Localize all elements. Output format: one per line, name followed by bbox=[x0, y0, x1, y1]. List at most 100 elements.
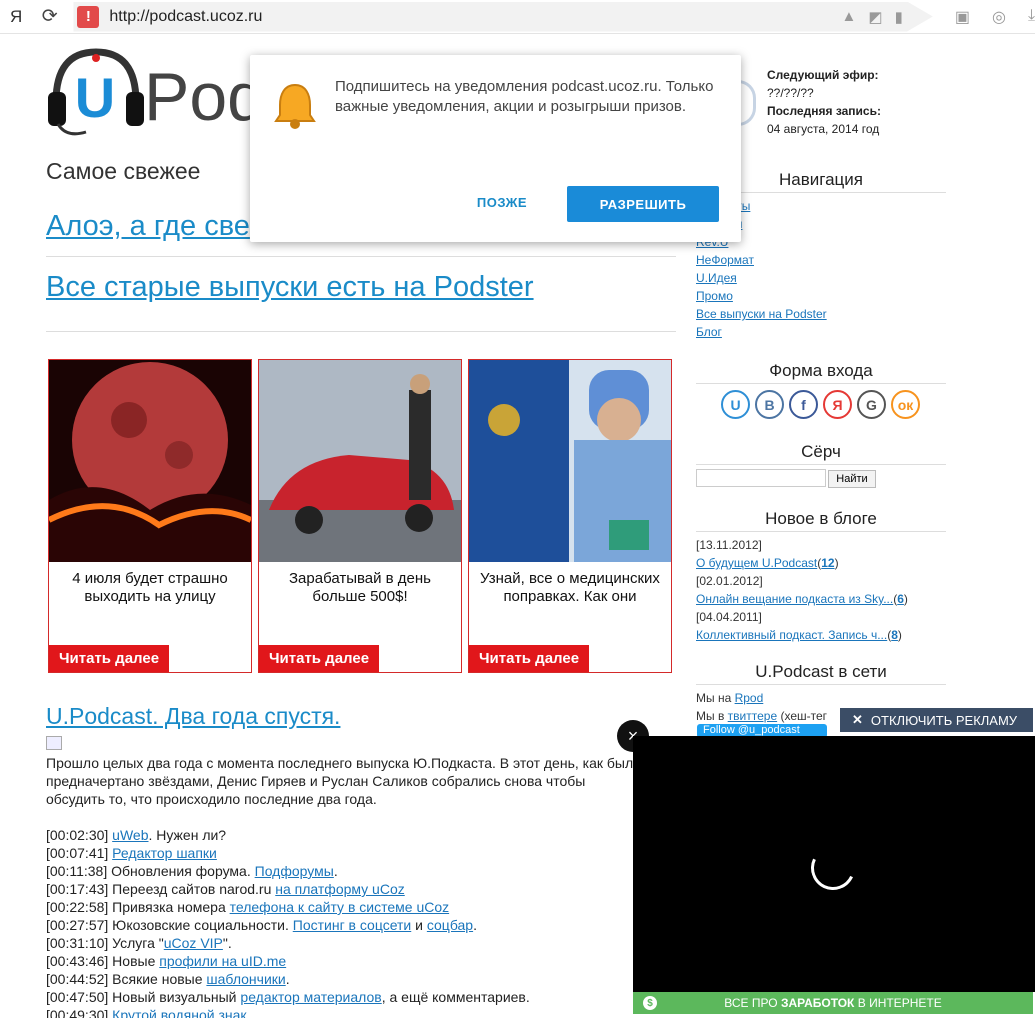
extensions-icon[interactable]: ◩ bbox=[868, 8, 882, 26]
timeline-row: [00:11:38] Обновления форума. Подфорумы. bbox=[46, 862, 530, 880]
blog-date: [02.01.2012] bbox=[696, 574, 763, 588]
address-bar[interactable]: ! http://podcast.ucoz.ru ▲ ◩ ▮ bbox=[73, 1, 933, 32]
dollar-icon: $ bbox=[643, 996, 657, 1010]
download-icon[interactable]: ⤓ bbox=[1028, 7, 1035, 27]
blog-link[interactable]: О будущем U.Podcast bbox=[696, 556, 817, 570]
allow-button[interactable]: РАЗРЕШИТЬ bbox=[567, 186, 719, 222]
comment-count-link[interactable]: 6 bbox=[897, 592, 904, 606]
notification-prompt: Подпишитесь на уведомления podcast.ucoz.… bbox=[250, 55, 741, 242]
twitter-link[interactable]: твиттере bbox=[728, 709, 777, 723]
timeline-link[interactable]: Подфорумы bbox=[255, 863, 334, 879]
blog-entry: О будущем U.Podcast(12) bbox=[696, 554, 908, 572]
alice-icon[interactable]: ◎ bbox=[992, 7, 1006, 27]
next-broadcast-label: Следующий эфир: bbox=[767, 68, 879, 82]
net-line2-tail: (хеш-тег bbox=[777, 709, 828, 723]
timeline-row: [00:17:43] Переезд сайтов narod.ru на пл… bbox=[46, 880, 530, 898]
constitution-image bbox=[469, 360, 671, 562]
timeline-link[interactable]: Редактор шапки bbox=[112, 845, 217, 861]
comment-count-link[interactable]: 8 bbox=[891, 628, 898, 642]
timeline-text: . bbox=[333, 863, 338, 879]
post-title-link[interactable]: U.Podcast. Два года спустя. bbox=[46, 703, 340, 730]
timeline-text: и bbox=[411, 917, 427, 933]
timeline-text: . bbox=[473, 917, 477, 933]
blog-title: Новое в блоге bbox=[696, 509, 946, 532]
address-bar-icons: ▲ ◩ ▮ bbox=[842, 8, 903, 26]
timeline-link[interactable]: профили на uID.me bbox=[159, 953, 286, 969]
google-icon[interactable]: G bbox=[857, 390, 886, 419]
facebook-icon[interactable]: f bbox=[789, 390, 818, 419]
timeline-link[interactable]: Постинг в соцсети bbox=[293, 917, 412, 933]
timeline-row: [00:07:41] Редактор шапки bbox=[46, 844, 530, 862]
net-line2-label: Мы в bbox=[696, 709, 728, 723]
timeline-link[interactable]: телефона к сайту в системе uCoz bbox=[230, 899, 450, 915]
turbo-icon[interactable]: ▲ bbox=[842, 8, 857, 26]
headline-link-2[interactable]: Все старые выпуски есть на Podster bbox=[46, 271, 534, 304]
card-title: 4 июля будет страшно выходить на улицу bbox=[72, 570, 228, 605]
timeline-row: [00:49:30] Крутой водяной знак bbox=[46, 1006, 530, 1018]
timeline-row: [00:22:58] Привязка номера телефона к са… bbox=[46, 898, 530, 916]
timeline-row: [00:31:10] Услуга "uCoz VIP". bbox=[46, 934, 530, 952]
divider bbox=[46, 256, 676, 257]
read-more-button[interactable]: Читать далее bbox=[469, 645, 590, 672]
odnoklassniki-icon[interactable]: ок bbox=[891, 390, 920, 419]
timeline-text: Переезд сайтов narod.ru bbox=[108, 881, 276, 897]
timestamp: [00:17:43] bbox=[46, 881, 109, 897]
divider bbox=[46, 331, 676, 332]
loading-spinner-icon bbox=[804, 839, 862, 897]
timeline-text: Привязка номера bbox=[108, 899, 230, 915]
disable-ads-button[interactable]: ✕ ОТКЛЮЧИТЬ РЕКЛАМУ bbox=[840, 708, 1033, 732]
yandex-browser-logo[interactable]: Я bbox=[10, 7, 30, 27]
reload-icon[interactable]: ⟳ bbox=[42, 5, 64, 28]
net-title: U.Podcast в сети bbox=[696, 662, 946, 685]
post-intro: Прошло целых два года с момента последне… bbox=[46, 755, 642, 807]
blog-link[interactable]: Коллективный подкаст. Запись ч... bbox=[696, 628, 887, 642]
timeline-text: Новый визуальный bbox=[108, 989, 241, 1005]
search-button[interactable]: Найти bbox=[828, 470, 876, 488]
social-net-text: Мы на Rpod Мы в твиттере (хеш-тег bbox=[696, 689, 827, 725]
timeline-text: ". bbox=[222, 935, 232, 951]
later-button[interactable]: ПОЗЖЕ bbox=[462, 195, 542, 215]
nav-link[interactable]: U.Идея bbox=[696, 269, 827, 287]
yandex-icon[interactable]: Я bbox=[823, 390, 852, 419]
nav-link[interactable]: НеФормат bbox=[696, 251, 827, 269]
timeline-link[interactable]: uCoz VIP bbox=[164, 935, 223, 951]
nav-link[interactable]: Все выпуски на Podster bbox=[696, 305, 827, 323]
promo-card[interactable]: Узнай, все о медицинских поправках. Как … bbox=[468, 359, 672, 673]
timeline-text: Обновления форума. bbox=[107, 863, 255, 879]
timeline-link[interactable]: Крутой водяной знак bbox=[112, 1007, 246, 1018]
ucoz-icon[interactable]: U bbox=[721, 390, 750, 419]
ad-banner[interactable]: $ ВСЕ ПРО ЗАРАБОТОК В ИНТЕРНЕТЕ bbox=[633, 992, 1033, 1014]
car-image bbox=[259, 360, 461, 562]
next-broadcast-value: ??/??/?? bbox=[767, 86, 814, 100]
bookmark-icon[interactable]: ▮ bbox=[895, 8, 903, 26]
timeline-text: Юкозовские социальности. bbox=[108, 917, 293, 933]
timeline-link[interactable]: соцбар bbox=[427, 917, 473, 933]
read-more-button[interactable]: Читать далее bbox=[49, 645, 170, 672]
timeline-row: [00:02:30] uWeb. Нужен ли? bbox=[46, 826, 530, 844]
last-record-value: 04 августа, 2014 год bbox=[767, 122, 880, 136]
timestamp: [00:44:52] bbox=[46, 971, 109, 987]
search-input[interactable] bbox=[696, 469, 826, 487]
vk-icon[interactable]: B bbox=[755, 390, 784, 419]
broadcast-info: Следующий эфир: ??/??/?? Последняя запис… bbox=[767, 66, 881, 138]
promo-card[interactable]: 4 июля будет страшно выходить на улицу Ч… bbox=[47, 359, 253, 673]
rpod-link[interactable]: Rpod bbox=[735, 691, 764, 705]
timeline-link[interactable]: шаблончики bbox=[206, 971, 285, 987]
headline-link-1[interactable]: Алоэ, а где све bbox=[46, 210, 250, 243]
timeline-row: [00:43:46] Новые профили на uID.me bbox=[46, 952, 530, 970]
promo-card[interactable]: Зарабатывай в день больше 500$! Читать д… bbox=[258, 359, 462, 673]
comment-count-link[interactable]: 12 bbox=[821, 556, 834, 570]
translate-icon[interactable]: ▣ bbox=[955, 7, 970, 27]
nav-link[interactable]: Промо bbox=[696, 287, 827, 305]
timeline-link[interactable]: на платформу uCoz bbox=[275, 881, 405, 897]
site-logo[interactable]: U Podc bbox=[46, 44, 299, 144]
timeline-link[interactable]: uWeb bbox=[112, 827, 148, 843]
nav-link[interactable]: Блог bbox=[696, 323, 827, 341]
warning-icon[interactable]: ! bbox=[77, 5, 100, 28]
url-text[interactable]: http://podcast.ucoz.ru bbox=[109, 8, 262, 26]
read-more-button[interactable]: Читать далее bbox=[259, 645, 380, 672]
timeline-link[interactable]: редактор материалов bbox=[240, 989, 381, 1005]
paren: ) bbox=[897, 628, 902, 642]
ad-video-player[interactable] bbox=[633, 736, 1035, 992]
blog-link[interactable]: Онлайн вещание подкаста из Sky... bbox=[696, 592, 893, 606]
